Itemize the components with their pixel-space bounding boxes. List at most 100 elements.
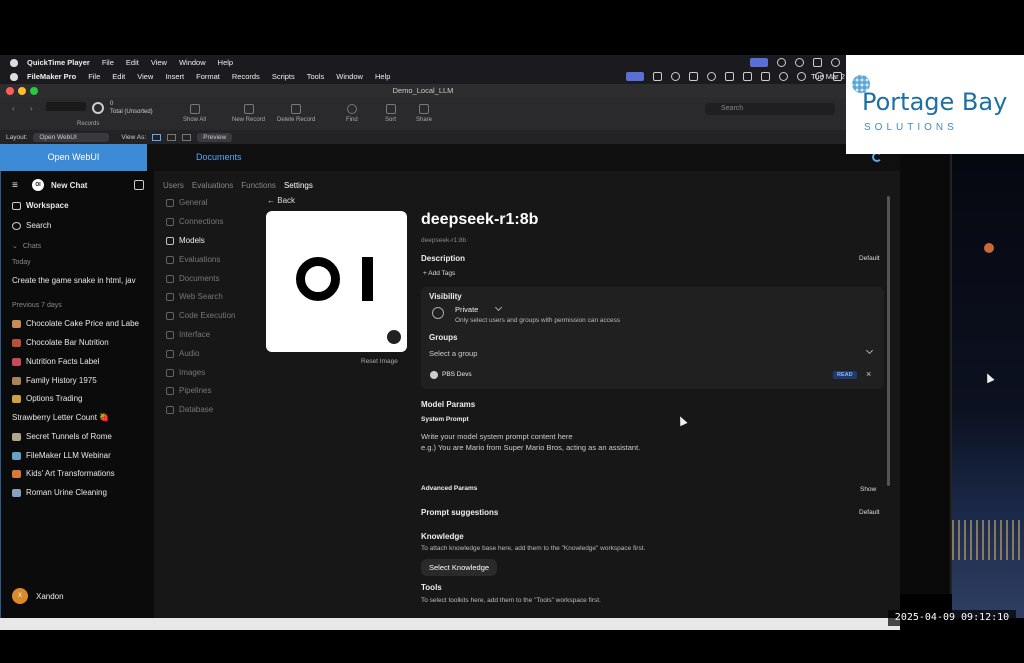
settings-nav-connections[interactable]: Connections (166, 217, 223, 226)
chat-item[interactable]: Kids' Art Transformations (12, 469, 115, 478)
next-record-icon[interactable]: › (30, 104, 33, 113)
keyboard-icon[interactable] (743, 72, 752, 81)
system-prompt-textarea[interactable]: Write your model system prompt content h… (421, 431, 881, 481)
tab-evaluations[interactable]: Evaluations (192, 181, 233, 190)
reset-image-button[interactable]: Reset Image (361, 358, 398, 365)
scrollbar[interactable] (887, 196, 890, 486)
chat-item[interactable]: Strawberry Letter Count 🍓 (12, 413, 109, 422)
fm-menu-view[interactable]: View (137, 72, 153, 81)
play-icon[interactable] (795, 58, 804, 67)
camera-icon[interactable] (653, 72, 662, 81)
model-image[interactable] (266, 211, 407, 352)
chat-item[interactable]: Create the game snake in html, jav (12, 276, 136, 285)
share-button[interactable]: Share (416, 104, 432, 123)
fm-app-menu[interactable]: FileMaker Pro (27, 72, 76, 81)
fm-menu-records[interactable]: Records (232, 72, 260, 81)
quick-find-input[interactable]: Search (705, 103, 835, 115)
screen-record-icon[interactable] (750, 58, 768, 67)
tab-functions[interactable]: Functions (241, 181, 276, 190)
volume-icon[interactable] (813, 58, 822, 67)
visibility-select[interactable]: Private (455, 305, 478, 314)
settings-nav-interface[interactable]: Interface (166, 330, 210, 339)
battery-icon[interactable] (761, 72, 770, 81)
prev-record-icon[interactable]: ‹ (12, 104, 15, 113)
qt-menu-window[interactable]: Window (179, 58, 206, 67)
chat-item[interactable]: Nutrition Facts Label (12, 357, 99, 366)
delete-record-button[interactable]: Delete Record (277, 104, 315, 123)
settings-nav-audio[interactable]: Audio (166, 349, 199, 358)
fm-menu-window[interactable]: Window (336, 72, 363, 81)
chrome-icon[interactable] (671, 72, 680, 81)
close-icon[interactable]: × (866, 369, 871, 379)
tab-users[interactable]: Users (163, 181, 184, 190)
preview-button[interactable]: Preview (197, 132, 233, 142)
settings-nav-documents[interactable]: Documents (166, 274, 219, 283)
menubar-clock[interactable]: Tue Mar 2 (811, 72, 845, 81)
sidebar-menu-icon[interactable]: ≡ (12, 180, 18, 191)
chat-item[interactable]: Chocolate Cake Price and Labe (12, 319, 139, 328)
add-tags-button[interactable]: + Add Tags (423, 270, 455, 277)
chat-item[interactable]: Options Trading (12, 394, 82, 403)
qt-menu-view[interactable]: View (151, 58, 167, 67)
tab-documents[interactable]: Documents (196, 144, 242, 171)
sidebar-item-workspace[interactable]: Workspace (12, 201, 69, 210)
clock-icon[interactable] (831, 58, 840, 67)
chats-section-label[interactable]: ⌄ Chats (12, 242, 41, 251)
group-select[interactable]: Select a group (429, 349, 877, 358)
show-all-button[interactable]: Show All (183, 104, 206, 123)
table-view-icon[interactable] (182, 133, 192, 141)
layout-select[interactable]: Open WebUI (33, 132, 110, 142)
sidebar-item-search[interactable]: Search (12, 221, 51, 230)
advanced-params-show-button[interactable]: Show (860, 486, 876, 493)
fm-menu-edit[interactable]: Edit (112, 72, 125, 81)
permission-badge[interactable]: READ (833, 371, 857, 379)
close-window-button[interactable] (6, 87, 14, 95)
new-chat-button[interactable]: OI New Chat (32, 179, 87, 191)
model-name[interactable]: deepseek-r1:8b (421, 211, 538, 229)
prompt-suggestions-toggle[interactable]: Default (859, 509, 880, 516)
select-knowledge-button[interactable]: Select Knowledge (421, 559, 498, 576)
screen-share-icon[interactable] (626, 72, 644, 81)
find-button[interactable]: Find (346, 104, 358, 123)
settings-nav-general[interactable]: General (166, 198, 207, 207)
fm-menu-tools[interactable]: Tools (307, 72, 325, 81)
minimize-window-button[interactable] (18, 87, 26, 95)
chat-item[interactable]: Secret Tunnels of Rome (12, 432, 112, 441)
settings-nav-models[interactable]: Models (166, 236, 205, 245)
fm-menu-file[interactable]: File (88, 72, 100, 81)
record-number-field[interactable] (46, 102, 86, 111)
form-view-icon[interactable] (152, 133, 162, 141)
settings-nav-web-search[interactable]: Web Search (166, 292, 223, 301)
zoom-window-button[interactable] (30, 87, 38, 95)
qt-menu-file[interactable]: File (102, 58, 114, 67)
settings-nav-pipelines[interactable]: Pipelines (166, 386, 211, 395)
description-toggle[interactable]: Default (859, 255, 880, 262)
compose-icon[interactable] (134, 180, 144, 190)
image-upload-icon[interactable] (385, 328, 403, 346)
apple-icon[interactable] (10, 72, 18, 81)
new-record-button[interactable]: New Record (232, 104, 265, 123)
user-icon[interactable] (797, 72, 806, 81)
list-view-icon[interactable] (167, 133, 177, 141)
back-button[interactable]: ← Back (267, 196, 295, 205)
chat-item[interactable]: Family History 1975 (12, 376, 97, 385)
settings-nav-database[interactable]: Database (166, 405, 213, 414)
qt-menu-edit[interactable]: Edit (126, 58, 139, 67)
fm-menu-insert[interactable]: Insert (165, 72, 184, 81)
settings-nav-images[interactable]: Images (166, 368, 205, 377)
qt-menu-help[interactable]: Help (218, 58, 233, 67)
fm-menu-scripts[interactable]: Scripts (272, 72, 295, 81)
chat-item[interactable]: Chocolate Bar Nutrition (12, 338, 109, 347)
qt-app-menu[interactable]: QuickTime Player (27, 58, 90, 67)
sort-button[interactable]: Sort (385, 104, 396, 123)
apple-icon[interactable] (10, 58, 18, 67)
volume-icon[interactable] (689, 72, 698, 81)
fm-menu-help[interactable]: Help (375, 72, 390, 81)
tab-open-webui[interactable]: Open WebUI (0, 144, 147, 171)
tab-settings[interactable]: Settings (284, 181, 313, 190)
bluetooth-icon[interactable] (725, 72, 734, 81)
wifi-icon[interactable] (779, 72, 788, 81)
time-machine-icon[interactable] (707, 72, 716, 81)
status-icon[interactable] (777, 58, 786, 67)
chat-item[interactable]: FileMaker LLM Webinar (12, 451, 111, 460)
